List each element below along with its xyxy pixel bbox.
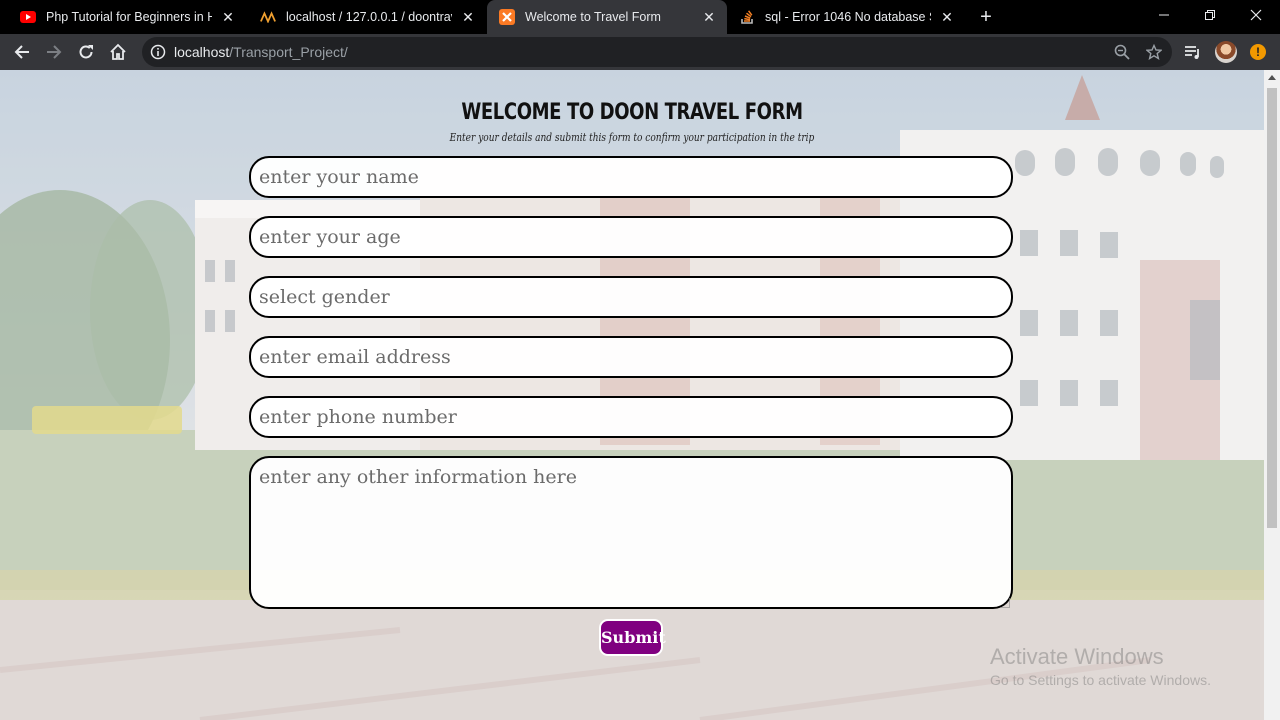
info-icon[interactable] <box>150 44 166 60</box>
minimize-icon <box>1159 14 1169 16</box>
forward-button[interactable] <box>41 39 67 65</box>
tab-strip: Php Tutorial for Beginners in Hin ✕ loca… <box>0 0 1280 34</box>
tab-title: localhost / 127.0.0.1 / doontravel <box>286 10 452 24</box>
reload-icon <box>79 45 93 59</box>
close-icon <box>1250 9 1262 21</box>
stackoverflow-icon <box>739 9 755 25</box>
tab-title: sql - Error 1046 No database Sele <box>765 10 931 24</box>
close-icon[interactable]: ✕ <box>460 9 476 25</box>
page-viewport: Welcome to Doon Travel Form Enter your d… <box>0 70 1264 720</box>
arrow-right-icon <box>47 45 62 59</box>
home-button[interactable] <box>105 39 131 65</box>
textarea-resize-handle[interactable] <box>1000 598 1010 608</box>
address-bar[interactable]: localhost/Transport_Project/ <box>142 37 1172 67</box>
url-text: localhost/Transport_Project/ <box>174 44 348 60</box>
browser-toolbar: localhost/Transport_Project/ <box>0 34 1280 70</box>
home-icon <box>110 43 126 60</box>
gender-input[interactable] <box>249 276 1013 318</box>
close-icon[interactable]: ✕ <box>701 9 717 25</box>
scroll-up-icon[interactable] <box>1268 75 1276 80</box>
watermark-title: Activate Windows <box>990 644 1164 669</box>
xampp-icon <box>499 9 515 25</box>
tab-phpmyadmin[interactable]: localhost / 127.0.0.1 / doontravel ✕ <box>248 0 486 34</box>
alert-badge-icon[interactable]: ! <box>1250 44 1266 60</box>
back-button[interactable] <box>9 39 35 65</box>
tab-title: Welcome to Travel Form <box>525 10 661 24</box>
restore-icon <box>1205 10 1215 20</box>
url-path: /Transport_Project/ <box>229 44 348 60</box>
reload-button[interactable] <box>73 39 99 65</box>
restore-button[interactable] <box>1187 0 1233 30</box>
phone-input[interactable] <box>249 396 1013 438</box>
arrow-left-icon <box>14 45 29 59</box>
tab-title: Php Tutorial for Beginners in Hin <box>46 10 212 24</box>
submit-button[interactable]: Submit <box>599 619 666 656</box>
page-subtitle: Enter your details and submit this form … <box>449 131 815 144</box>
new-tab-button[interactable]: + <box>976 7 996 27</box>
media-queue-icon[interactable] <box>1184 43 1202 61</box>
page-title: Welcome to Doon Travel Form <box>461 100 803 125</box>
name-input[interactable] <box>249 156 1013 198</box>
page-scrollbar[interactable] <box>1264 70 1280 720</box>
watermark-subtitle: Go to Settings to activate Windows. <box>990 672 1211 688</box>
age-input[interactable] <box>249 216 1013 258</box>
activate-windows-watermark: Activate Windows Go to Settings to activ… <box>990 644 1211 688</box>
bookmark-star-icon[interactable] <box>1146 44 1162 60</box>
profile-avatar[interactable] <box>1215 41 1237 63</box>
minimize-button[interactable] <box>1141 0 1187 30</box>
email-input[interactable] <box>249 336 1013 378</box>
other-info-textarea[interactable] <box>249 456 1013 609</box>
tab-stackoverflow[interactable]: sql - Error 1046 No database Sele ✕ <box>727 0 965 34</box>
url-host: localhost <box>174 44 230 60</box>
zoom-icon[interactable] <box>1114 44 1130 60</box>
scrollbar-thumb[interactable] <box>1267 88 1277 528</box>
tab-php-tutorial[interactable]: Php Tutorial for Beginners in Hin ✕ <box>8 0 246 34</box>
close-icon[interactable]: ✕ <box>939 9 955 25</box>
youtube-icon <box>20 9 36 25</box>
tab-travel-form[interactable]: Welcome to Travel Form ✕ <box>487 0 727 34</box>
phpmyadmin-icon <box>260 9 276 25</box>
close-icon[interactable]: ✕ <box>220 9 236 25</box>
window-close-button[interactable] <box>1233 0 1279 30</box>
